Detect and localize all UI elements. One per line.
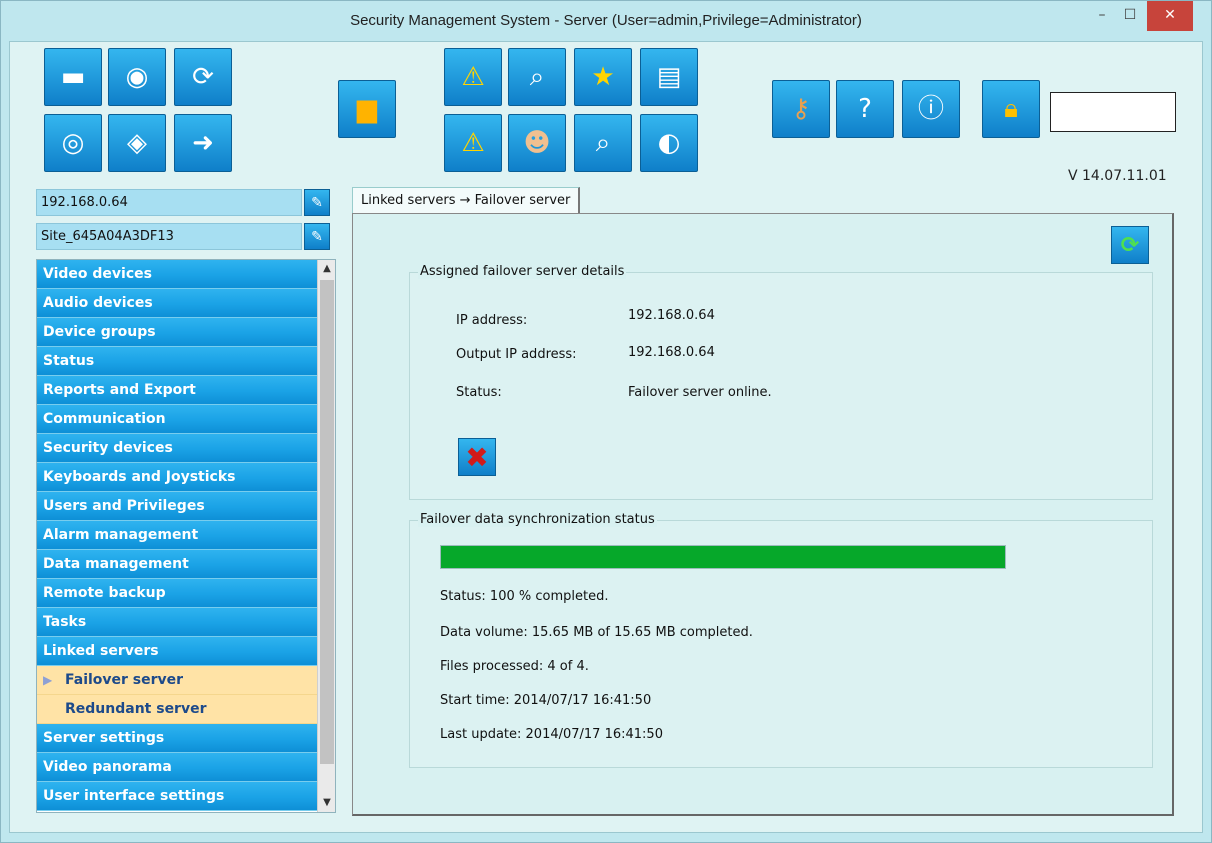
pencil-icon: ✎ <box>311 194 323 211</box>
nav-item-video-devices[interactable]: Video devices <box>37 260 317 289</box>
sync-progress-bar <box>440 545 1006 569</box>
minimize-button[interactable]: – <box>1089 1 1115 31</box>
refresh-icon: ⟳ <box>1120 232 1140 258</box>
nav-item-linked-servers[interactable]: Linked servers <box>37 637 317 666</box>
refresh-button[interactable]: ⟳ <box>1111 226 1149 264</box>
report-icon[interactable]: ▤ <box>640 48 698 106</box>
progress-fill <box>441 546 1005 568</box>
lock-icon[interactable]: 🔒︎ <box>982 80 1040 138</box>
status-value: Failover server online. <box>628 385 772 400</box>
nav-item-users-privileges[interactable]: Users and Privileges <box>37 492 317 521</box>
nav-subitem-label: Failover server <box>65 672 184 688</box>
site-field[interactable]: Site_645A04A3DF13 <box>36 223 302 250</box>
windows-icon[interactable]: ▆ <box>338 80 396 138</box>
nav-item-device-groups[interactable]: Device groups <box>37 318 317 347</box>
user-icon[interactable]: ☻ <box>508 114 566 172</box>
eye-icon[interactable]: ◈ <box>108 114 166 172</box>
nav-item-reports-export[interactable]: Reports and Export <box>37 376 317 405</box>
nav-item-communication[interactable]: Communication <box>37 405 317 434</box>
scroll-down-icon[interactable]: ▼ <box>318 794 335 812</box>
assigned-server-group: Assigned failover server details IP addr… <box>409 264 1153 500</box>
close-button[interactable]: ✕ <box>1147 1 1193 31</box>
ip-address-value: 192.168.0.64 <box>628 308 715 323</box>
tab-failover-server[interactable]: Linked servers → Failover server <box>352 187 581 214</box>
failover-panel: ⟳ Assigned failover server details IP ad… <box>352 213 1174 816</box>
sync-files-text: Files processed: 4 of 4. <box>440 659 589 674</box>
output-ip-label: Output IP address: <box>456 347 577 362</box>
scroll-thumb[interactable] <box>320 280 334 764</box>
nav-item-security-devices[interactable]: Security devices <box>37 434 317 463</box>
warning-icon[interactable]: ⚠ <box>444 48 502 106</box>
output-ip-value: 192.168.0.64 <box>628 345 715 360</box>
app-window: Security Management System - Server (Use… <box>0 0 1212 843</box>
sync-volume-text: Data volume: 15.65 MB of 15.65 MB comple… <box>440 625 753 640</box>
camera-icon[interactable]: ▬ <box>44 48 102 106</box>
film-export-icon[interactable]: ➜ <box>174 114 232 172</box>
nav-subitem-label: Redundant server <box>65 701 207 717</box>
nav-item-video-panorama[interactable]: Video panorama <box>37 753 317 782</box>
globe-icon[interactable]: ◉ <box>108 48 166 106</box>
help-doc-icon[interactable]: ? <box>836 80 894 138</box>
top-right-input[interactable] <box>1050 92 1176 132</box>
edit-site-button[interactable]: ✎ <box>304 223 330 250</box>
sync-status-group: Failover data synchronization status Sta… <box>409 512 1153 768</box>
nav-item-keyboards-joysticks[interactable]: Keyboards and Joysticks <box>37 463 317 492</box>
sync-start-text: Start time: 2014/07/17 16:41:50 <box>440 693 652 708</box>
info-icon[interactable]: ⓘ <box>902 80 960 138</box>
disc-export-icon[interactable]: ◐ <box>640 114 698 172</box>
title-bar: Security Management System - Server (Use… <box>1 1 1211 41</box>
key-icon[interactable]: ⚷ <box>772 80 830 138</box>
warning-flash-icon[interactable]: ⚠ <box>444 114 502 172</box>
scroll-up-icon[interactable]: ▲ <box>318 260 335 278</box>
selected-arrow-icon: ▶ <box>43 673 53 687</box>
nav-item-server-settings[interactable]: Server settings <box>37 724 317 753</box>
nav-item-audio-devices[interactable]: Audio devices <box>37 289 317 318</box>
status-label: Status: <box>456 385 502 400</box>
nav-item-user-interface-settings[interactable]: User interface settings <box>37 782 317 811</box>
group-title: Assigned failover server details <box>418 264 627 279</box>
nav-subitem-failover-server[interactable]: ▶ Failover server <box>37 666 317 695</box>
sync-last-update-text: Last update: 2014/07/17 16:41:50 <box>440 727 663 742</box>
search-icon[interactable]: ⌕ <box>508 48 566 106</box>
sync-status-text: Status: 100 % completed. <box>440 589 609 604</box>
main-content: ▬ ◉ ⟳ ◎ ◈ ➜ ▆ ⚠ ⌕ ★ ▤ ⚠ ☻ ⌕ ◐ ⚷ ? ⓘ 🔒︎ V… <box>9 41 1203 833</box>
nav-item-status[interactable]: Status <box>37 347 317 376</box>
version-label: V 14.07.11.01 <box>1068 168 1167 184</box>
maximize-button[interactable]: ☐ <box>1117 1 1143 31</box>
nav-scrollbar[interactable]: ▲ ▼ <box>317 260 335 812</box>
film-refresh-icon[interactable]: ⟳ <box>174 48 232 106</box>
nav-item-remote-backup[interactable]: Remote backup <box>37 579 317 608</box>
pencil-icon: ✎ <box>311 228 323 245</box>
nav-item-alarm-management[interactable]: Alarm management <box>37 521 317 550</box>
edit-ip-button[interactable]: ✎ <box>304 189 330 216</box>
ip-field[interactable]: 192.168.0.64 <box>36 189 302 216</box>
nav-subitem-redundant-server[interactable]: Redundant server <box>37 695 317 724</box>
ip-address-label: IP address: <box>456 313 528 328</box>
film-search-icon[interactable]: ⌕ <box>574 114 632 172</box>
navigation-list: Video devices Audio devices Device group… <box>36 259 336 813</box>
remove-failover-button[interactable]: ✖ <box>458 438 496 476</box>
close-icon: ✖ <box>465 440 489 474</box>
film-star-icon[interactable]: ★ <box>574 48 632 106</box>
film-icon[interactable]: ◎ <box>44 114 102 172</box>
nav-item-data-management[interactable]: Data management <box>37 550 317 579</box>
nav-item-tasks[interactable]: Tasks <box>37 608 317 637</box>
window-title: Security Management System - Server (Use… <box>350 12 862 29</box>
group-title: Failover data synchronization status <box>418 512 657 527</box>
